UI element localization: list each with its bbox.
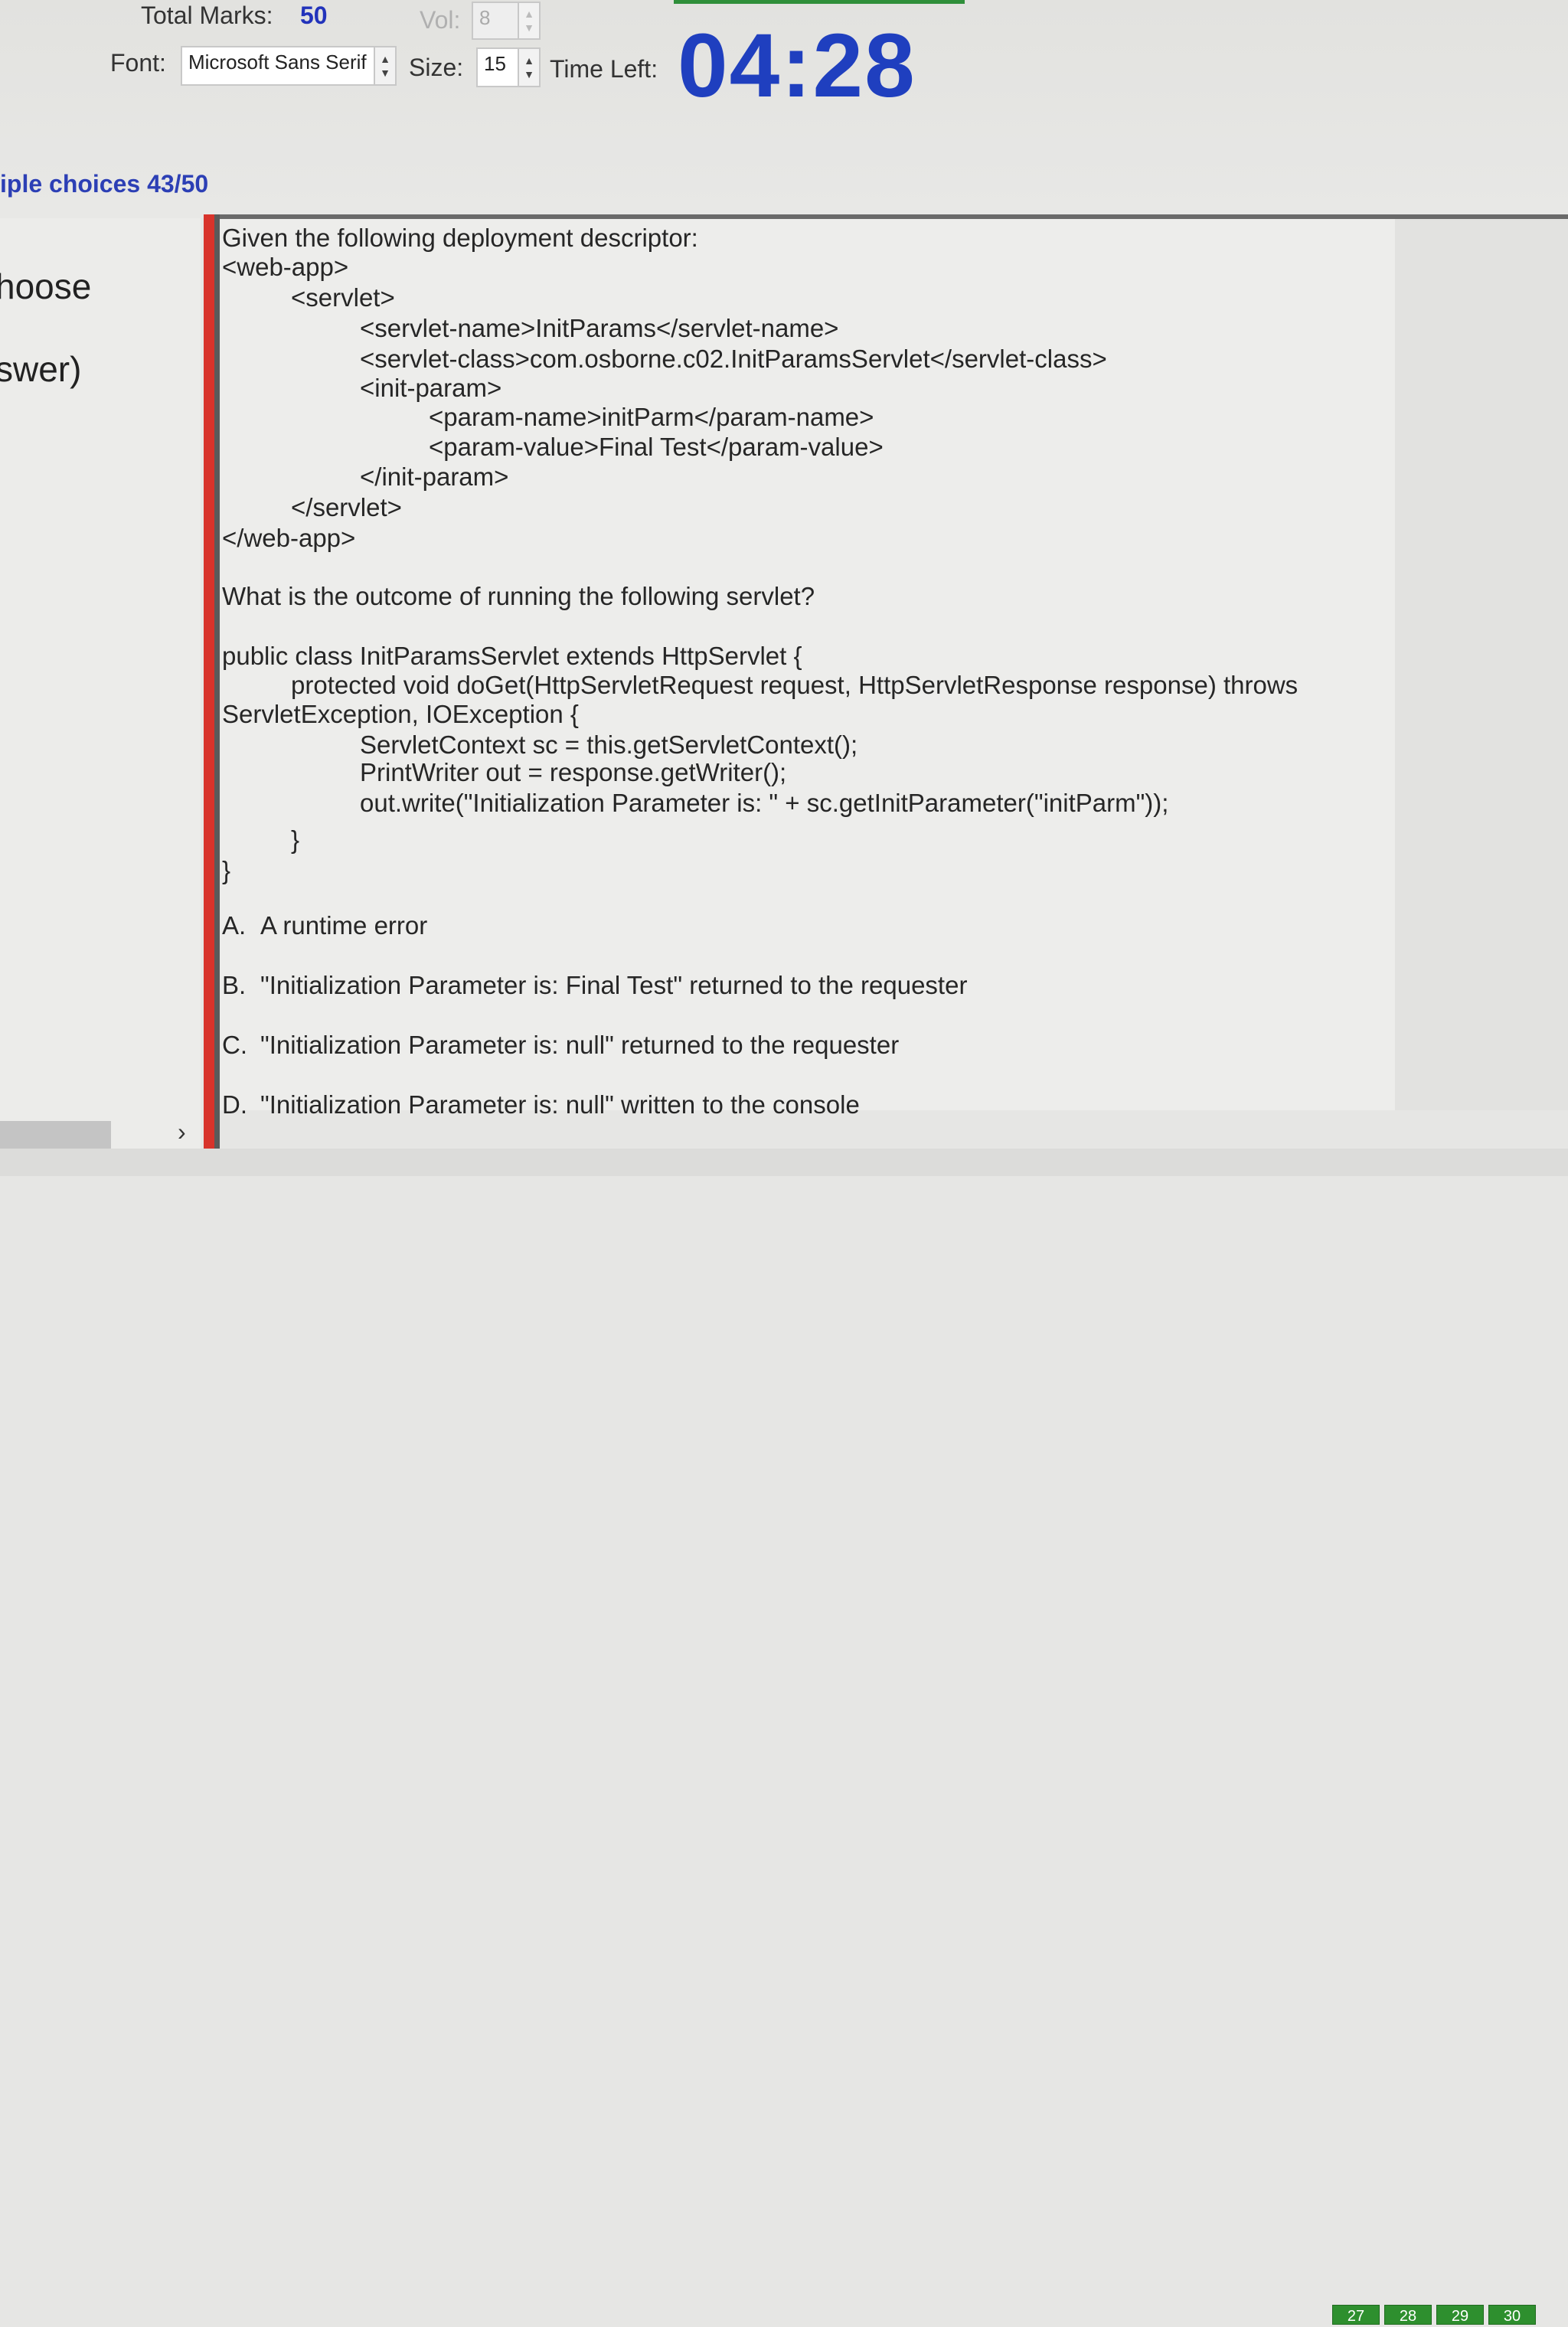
- spin-up-icon: ▲: [524, 54, 534, 67]
- option-letter: D.: [222, 1090, 247, 1119]
- size-field[interactable]: 15: [476, 47, 519, 87]
- answer-option-b[interactable]: B. "Initialization Parameter is: Final Te…: [222, 971, 967, 1000]
- code-line: <servlet-name>InitParams</servlet-name>: [360, 314, 839, 342]
- vol-label: Vol:: [420, 6, 461, 34]
- answer-option-a[interactable]: A. A runtime error: [222, 911, 427, 940]
- size-label: Size:: [409, 54, 464, 81]
- answer-option-c[interactable]: C. "Initialization Parameter is: null" re…: [222, 1031, 899, 1060]
- spin-up-icon: ▲: [380, 53, 390, 65]
- spin-up-icon: ▲: [524, 8, 534, 20]
- code-line: ServletException, IOException {: [222, 700, 579, 728]
- spin-down-icon: ▼: [524, 68, 534, 80]
- vol-field[interactable]: 8: [472, 2, 519, 40]
- option-text: "Initialization Parameter is: null" writ…: [260, 1090, 860, 1119]
- countdown-timer: 04:28: [678, 15, 916, 116]
- option-letter: A.: [222, 911, 247, 940]
- question-line: Given the following deployment descripto…: [222, 224, 698, 252]
- scroll-right-icon[interactable]: ›: [178, 1118, 186, 1146]
- code-line: <servlet>: [291, 283, 395, 312]
- code-line: </init-param>: [360, 462, 509, 491]
- code-line: <param-name>initParm</param-name>: [429, 403, 874, 431]
- instructions-panel: hoose swer): [0, 218, 201, 1149]
- option-letter: B.: [222, 971, 247, 999]
- code-line: <web-app>: [222, 253, 349, 281]
- code-line: <servlet-class>com.osborne.c02.InitParam…: [360, 345, 1107, 373]
- option-text: "Initialization Parameter is: Final Test…: [260, 971, 968, 999]
- code-line: </servlet>: [291, 493, 402, 521]
- total-marks-value: 50: [300, 2, 328, 29]
- option-text: "Initialization Parameter is: null" retu…: [260, 1031, 900, 1059]
- option-text: A runtime error: [260, 911, 428, 940]
- code-line: <init-param>: [360, 374, 502, 402]
- question-nav-button[interactable]: 27: [1332, 2305, 1380, 2325]
- question-panel-edge: [214, 214, 220, 1149]
- header-accent-strip: [674, 0, 965, 4]
- font-label: Font:: [110, 49, 166, 77]
- total-marks-label: Total Marks:: [141, 2, 273, 29]
- spin-down-icon: ▼: [524, 21, 534, 34]
- code-line: <param-value>Final Test</param-value>: [429, 433, 884, 461]
- code-line: }: [291, 825, 300, 854]
- font-spinner[interactable]: ▲ ▼: [374, 46, 397, 86]
- vol-spinner[interactable]: ▲ ▼: [518, 2, 541, 40]
- question-nav-button[interactable]: 28: [1384, 2305, 1432, 2325]
- question-accent-bar: [204, 214, 214, 1149]
- instructions-line-2: swer): [0, 349, 82, 389]
- code-line: </web-app>: [222, 524, 356, 552]
- side-panel: [1395, 219, 1568, 1110]
- horizontal-scrollbar[interactable]: [0, 1121, 111, 1149]
- instructions-line-1: hoose: [0, 266, 92, 306]
- answer-option-d[interactable]: D. "Initialization Parameter is: null" wr…: [222, 1090, 860, 1119]
- question-nav-bar: 27 28 29 30: [0, 1149, 1568, 2325]
- option-letter: C.: [222, 1031, 247, 1059]
- question-progress: iple choices 43/50: [0, 170, 209, 198]
- code-line: out.write("Initialization Parameter is: …: [360, 789, 1169, 817]
- question-nav-button[interactable]: 30: [1488, 2305, 1536, 2325]
- code-line: PrintWriter out = response.getWriter();: [360, 758, 787, 786]
- size-spinner[interactable]: ▲ ▼: [518, 47, 541, 87]
- time-left-label: Time Left:: [550, 55, 658, 83]
- code-line: }: [222, 856, 231, 884]
- code-line: ServletContext sc = this.getServletConte…: [360, 730, 858, 759]
- question-line: What is the outcome of running the follo…: [222, 582, 815, 610]
- code-line: public class InitParamsServlet extends H…: [222, 642, 802, 670]
- code-line: protected void doGet(HttpServletRequest …: [291, 671, 1298, 699]
- header-bar: Total Marks: 50 Vol: 8 ▲ ▼ Font: Microso…: [0, 0, 1568, 218]
- question-nav-button[interactable]: 29: [1436, 2305, 1484, 2325]
- spin-down-icon: ▼: [380, 67, 390, 79]
- font-select[interactable]: Microsoft Sans Serif: [181, 46, 375, 86]
